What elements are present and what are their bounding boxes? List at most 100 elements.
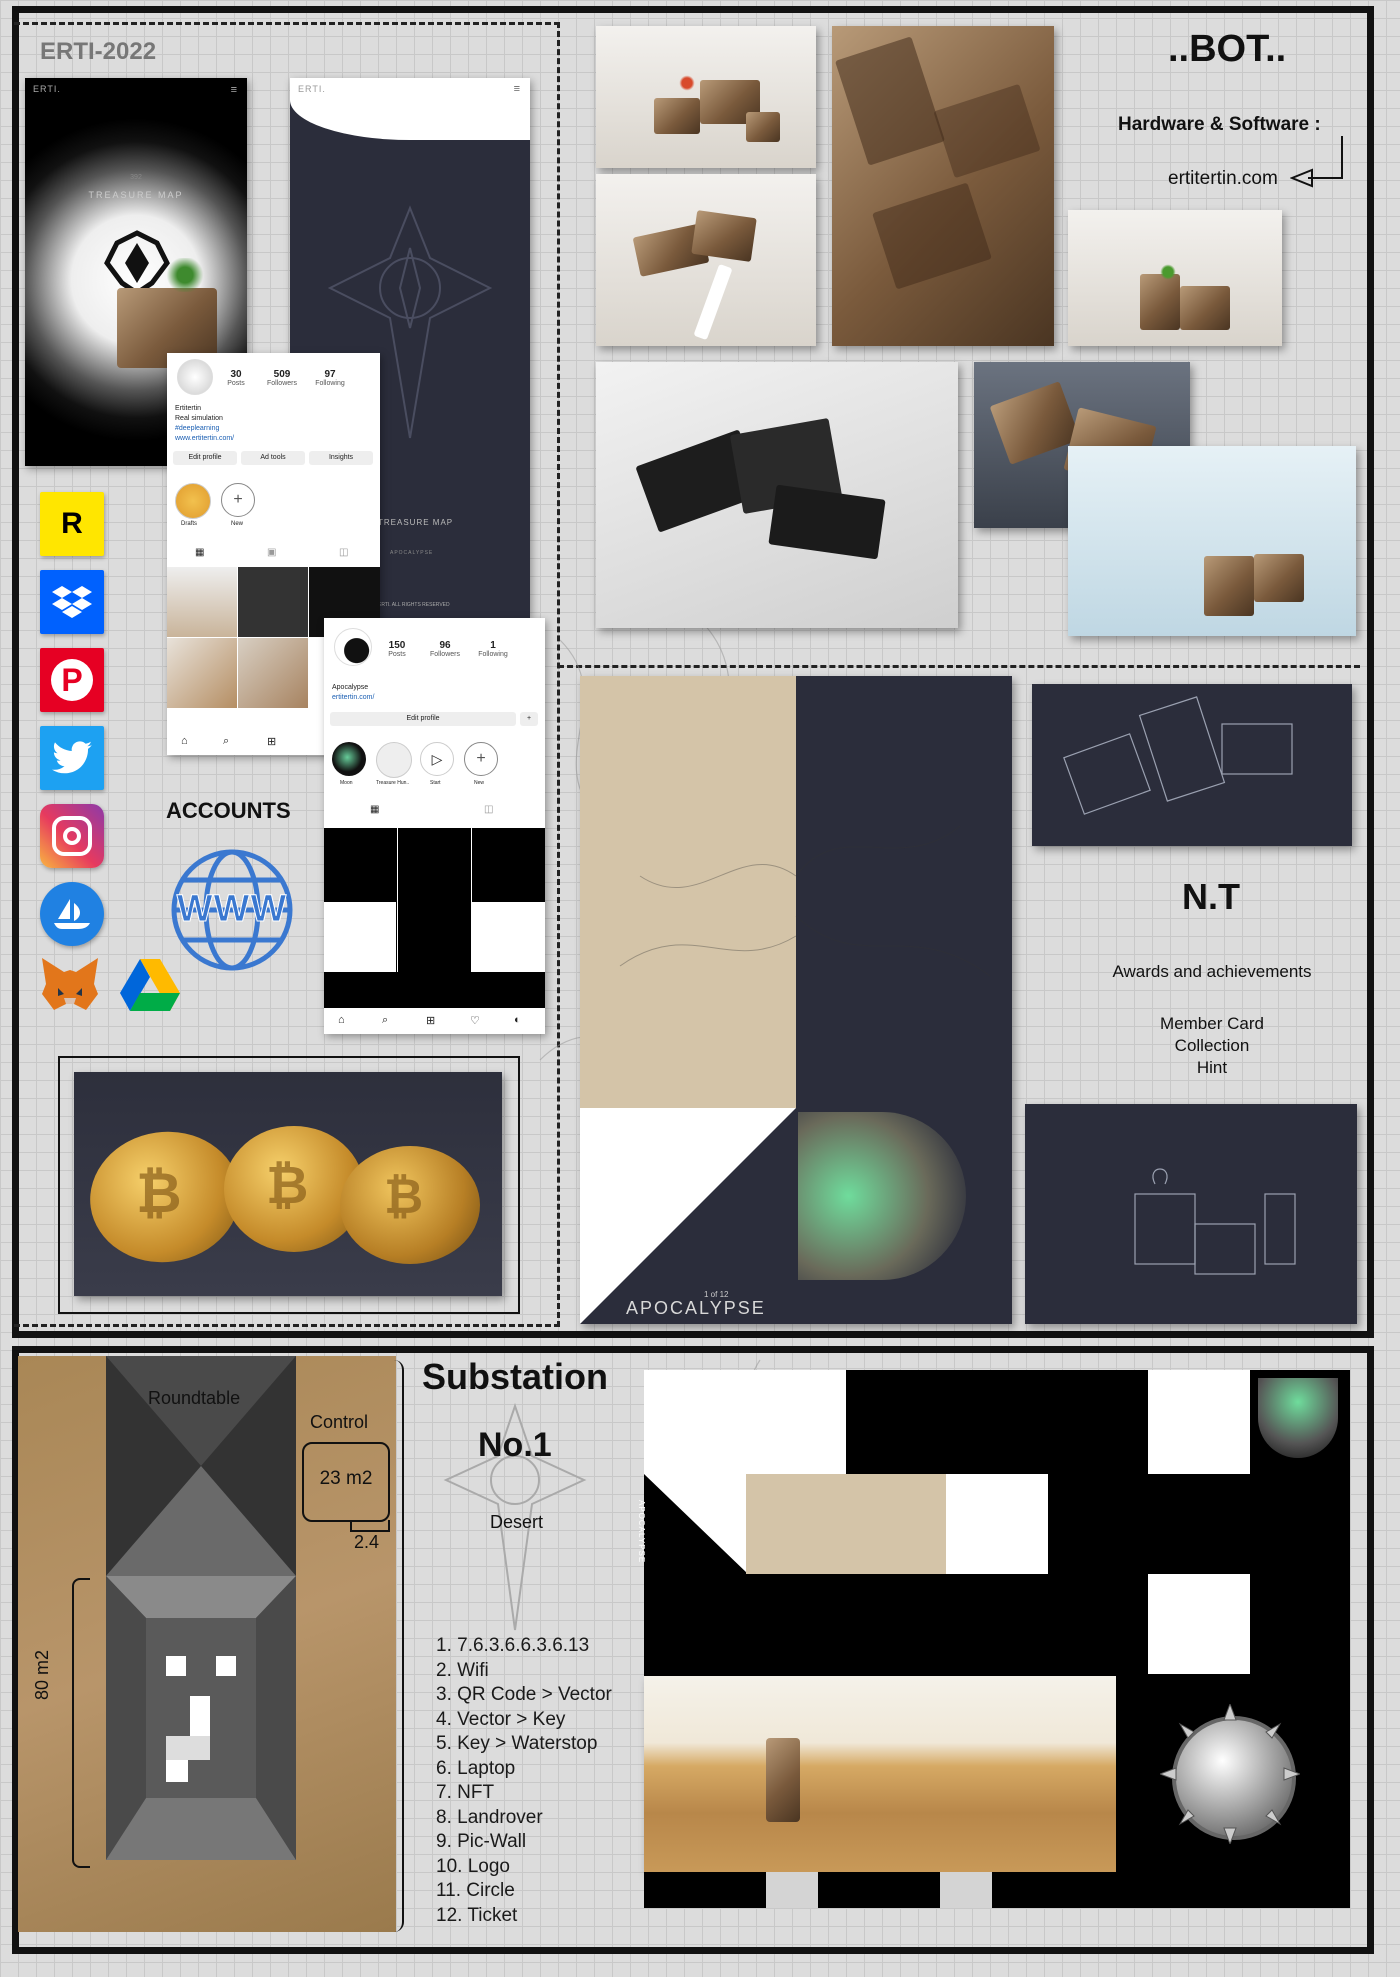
pointer-arrow-icon: [1290, 136, 1343, 188]
post-grid[interactable]: [324, 828, 545, 1008]
post-thumb[interactable]: [167, 567, 237, 637]
post-thumb[interactable]: [167, 638, 237, 708]
highlight-new-label: New: [231, 521, 244, 527]
phone-number: 392: [130, 174, 142, 181]
list-item: 4. Vector > Key: [436, 1708, 566, 1730]
menu-icon[interactable]: ≡: [231, 84, 237, 96]
roundtable-label: Roundtable: [148, 1388, 241, 1408]
posts-stat[interactable]: 30 Posts: [217, 369, 255, 387]
followers-stat[interactable]: 96 Followers: [426, 640, 464, 658]
instagram-profile-apocalypse: 150 Posts 96 Followers 1 Following Apocalyp…: [324, 618, 545, 1034]
followers-stat[interactable]: 509 Followers: [263, 369, 301, 387]
home-icon[interactable]: ⌂: [338, 1014, 345, 1026]
post-thumb[interactable]: [238, 638, 308, 708]
apocalypse-poster: APOCALYPSE 1 of 12: [580, 676, 1012, 1324]
list-item: 1. 7.6.3.6.6.3.6.13: [436, 1635, 590, 1656]
bot-title: ..BOT..: [1168, 28, 1287, 70]
list-item: 6. Laptop: [436, 1757, 516, 1779]
right-brace: [390, 1360, 404, 1932]
phone-brand: ERTI.: [33, 84, 61, 94]
twitter-icon[interactable]: [40, 726, 104, 790]
highlight-treasure[interactable]: [376, 742, 412, 778]
nt-member-card: Member Card: [1160, 1014, 1264, 1033]
reels-tab-icon[interactable]: ▣: [267, 547, 276, 558]
edit-profile-button[interactable]: Edit profile: [330, 712, 516, 726]
insights-button[interactable]: Insights: [309, 451, 373, 465]
profile-name: Ertitertin: [175, 405, 202, 412]
tagged-tab-icon[interactable]: ◫: [484, 804, 493, 815]
list-item: 12. Ticket: [436, 1904, 518, 1926]
opensea-icon[interactable]: [40, 882, 104, 946]
phone-caption: TREASURE MAP: [88, 190, 184, 200]
dropbox-icon[interactable]: [40, 570, 104, 634]
list-item: 3. QR Code > Vector: [436, 1684, 612, 1705]
robot-closeup-photo: [832, 26, 1054, 346]
heart-icon[interactable]: ♡: [470, 1014, 480, 1027]
highlight-drafts[interactable]: [175, 483, 211, 519]
page-title: ERTI-2022: [40, 38, 157, 65]
side-bracket: [72, 1578, 90, 1868]
globe-www-label: WWW: [176, 888, 288, 931]
add-post-icon[interactable]: ⊞: [426, 1014, 435, 1027]
list-item: 7. NFT: [436, 1782, 495, 1803]
following-stat[interactable]: 97 Following: [311, 369, 349, 387]
instagram-icon[interactable]: [40, 804, 104, 868]
substation-list: 1. 7.6.3.6.6.3.6.13 2. Wifi 3. QR Code >…: [436, 1634, 656, 1928]
nt-awards: Awards and achievements: [1112, 962, 1312, 981]
ad-tools-button[interactable]: Ad tools: [241, 451, 305, 465]
add-post-icon[interactable]: ⊞: [267, 735, 276, 748]
globe-www-icon[interactable]: WWW: [168, 846, 296, 974]
nt-hint: Hint: [1196, 1058, 1228, 1077]
phone2-sub: APOCALYPSE: [390, 550, 434, 556]
tagged-tab-icon[interactable]: ◫: [339, 547, 348, 558]
rarible-icon[interactable]: R: [40, 492, 104, 556]
posts-stat[interactable]: 150 Posts: [378, 640, 416, 658]
desert-photo: [644, 1676, 1116, 1872]
home-icon[interactable]: ⌂: [181, 735, 188, 747]
profile-bio: Real simulation: [175, 415, 223, 422]
profile-link[interactable]: www.ertitertin.com/: [175, 435, 234, 442]
grid-tab-icon[interactable]: ▦: [195, 547, 204, 558]
post-thumb[interactable]: [238, 567, 308, 637]
highlight-drafts-label: Drafts: [181, 521, 198, 527]
pinterest-icon[interactable]: P: [40, 648, 104, 712]
bot-website-link[interactable]: ertitertin.com: [1168, 168, 1278, 190]
profile-link[interactable]: ertitertin.com/: [332, 694, 374, 701]
metamask-icon[interactable]: [38, 952, 102, 1016]
substation-visual: APOCALYPSE: [637, 1370, 1350, 1908]
profile-name: Apocalypse: [332, 684, 369, 691]
robot-dark-photo: [596, 362, 958, 628]
control-area: 23 m2: [319, 1468, 373, 1489]
width-bracket: [350, 1520, 390, 1532]
profile-icon[interactable]: ◐: [514, 1014, 521, 1026]
search-icon[interactable]: ⌕: [223, 735, 229, 748]
moon-icon: [1258, 1378, 1338, 1458]
edit-profile-button[interactable]: Edit profile: [173, 451, 237, 465]
width-label: 2.4: [354, 1532, 380, 1552]
new-highlight-button[interactable]: +: [464, 742, 498, 776]
list-item: 2. Wifi: [436, 1659, 489, 1681]
robot-photo-2: [596, 174, 816, 346]
phone2-top-white: [290, 78, 530, 140]
profile-tag[interactable]: #deeplearning: [175, 425, 219, 432]
highlight-moon[interactable]: [332, 742, 366, 776]
grass-tuft-icon: [165, 258, 205, 292]
search-icon[interactable]: ⌕: [382, 1014, 388, 1027]
robot-photo-3: [1068, 210, 1282, 346]
menu-icon[interactable]: ≡: [514, 83, 520, 95]
phone2-caption: TREASURE MAP: [378, 518, 454, 527]
accounts-label: ACCOUNTS: [166, 798, 291, 823]
floorplan-room: [106, 1356, 296, 1860]
highlight-new-label: New: [474, 780, 485, 786]
avatar[interactable]: [334, 628, 372, 666]
highlight-start[interactable]: ▷: [420, 742, 454, 776]
new-highlight-button[interactable]: +: [221, 483, 255, 517]
poster-issue: 1 of 12: [704, 1290, 729, 1299]
grid-tab-icon[interactable]: ▦: [370, 804, 379, 815]
robot-photo-1: [596, 26, 816, 168]
following-stat[interactable]: 1 Following: [474, 640, 512, 658]
avatar[interactable]: [177, 359, 213, 395]
substation-place: Desert: [490, 1512, 544, 1532]
add-person-button[interactable]: +: [520, 712, 538, 726]
nt-title: N.T: [1182, 876, 1240, 917]
